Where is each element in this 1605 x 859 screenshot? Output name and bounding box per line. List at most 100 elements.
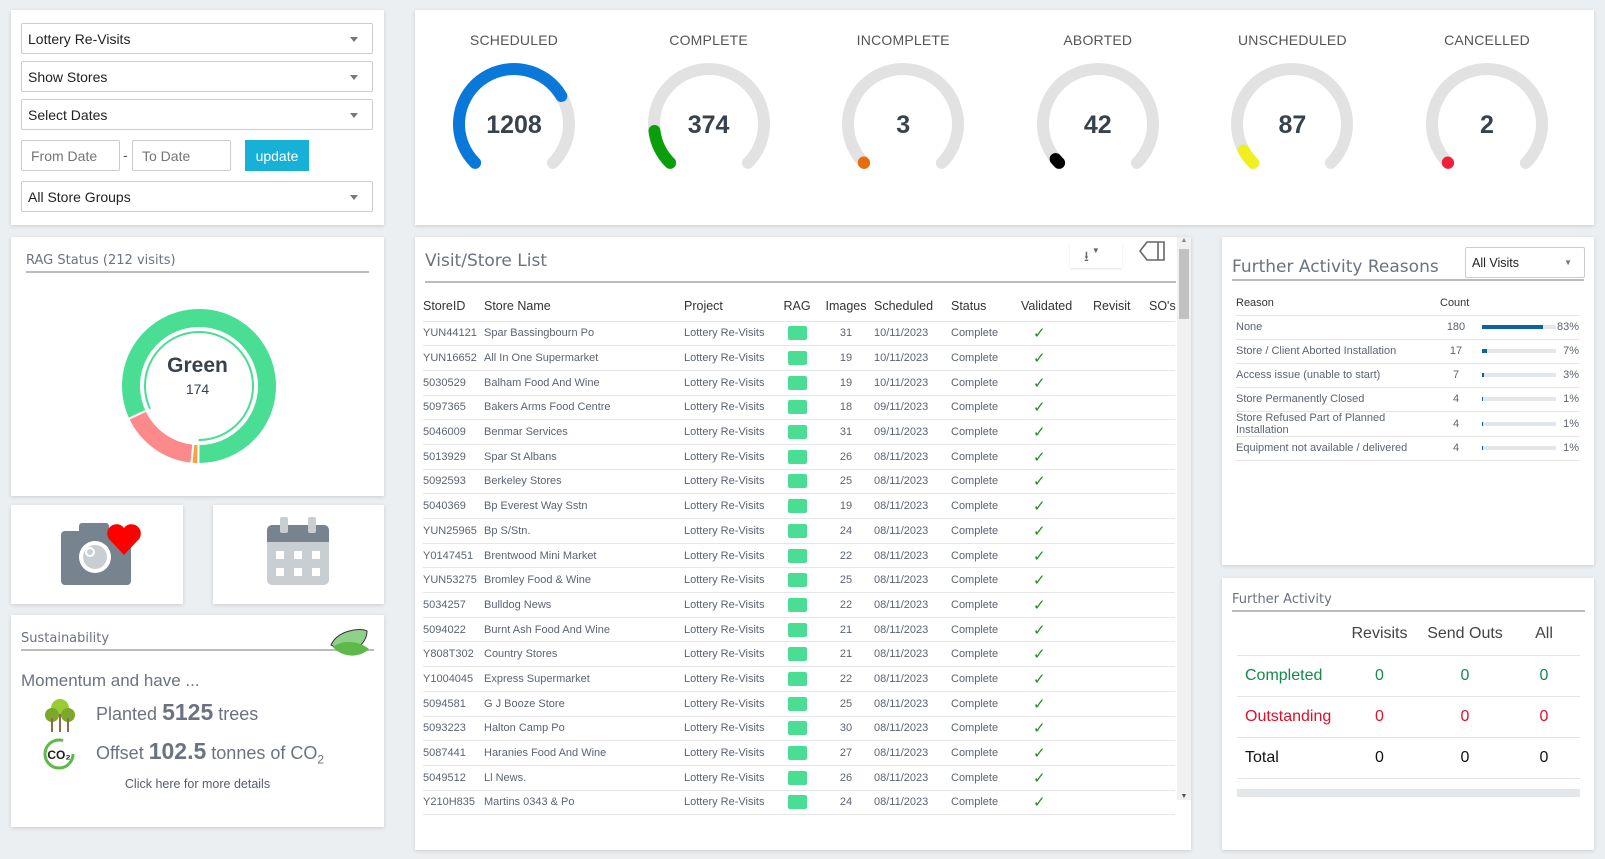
scroll-up-arrow[interactable]: ▲ — [1177, 237, 1191, 249]
table-row[interactable]: 5093223 Halton Camp Po Lottery Re-Visits 30… — [423, 716, 1175, 742]
scroll-thumb[interactable] — [1179, 249, 1189, 319]
table-row[interactable]: 5049512 Ll News. Lottery Re-Visits 26 08/11/… — [423, 765, 1175, 791]
table-row[interactable]: 5030529 Balham Food And Wine Lottery Re-Vi… — [423, 370, 1175, 396]
reason-row[interactable]: None 180 83% — [1236, 315, 1579, 340]
activity-value[interactable]: 0 — [1508, 737, 1580, 779]
table-row[interactable]: 5097365 Bakers Arms Food Centre Lottery Re… — [423, 395, 1175, 421]
planted-suffix: trees — [218, 704, 259, 724]
status-cell: Complete — [951, 395, 1021, 421]
percent-bar — [1482, 325, 1556, 330]
table-row[interactable]: Y0147451 Brentwood Mini Market Lottery Re-… — [423, 543, 1175, 569]
sos-cell — [1149, 345, 1175, 371]
column-header[interactable]: Validated — [1021, 291, 1093, 322]
column-header[interactable]: Scheduled — [874, 291, 951, 322]
activity-value[interactable]: 0 — [1337, 696, 1422, 738]
sustainability-title: Sustainability — [21, 631, 374, 651]
stores-select[interactable]: Show Stores — [21, 61, 373, 92]
activity-value[interactable]: 0 — [1337, 655, 1422, 697]
table-row[interactable]: Y808T302 Country Stores Lottery Re-Visits 2… — [423, 641, 1175, 668]
table-row[interactable]: 5094022 Burnt Ash Food And Wine Lottery Re… — [423, 617, 1175, 643]
planted-value: 5125 — [162, 699, 214, 725]
activity-value[interactable]: 0 — [1422, 737, 1508, 779]
check-icon: ✓ — [1033, 695, 1046, 713]
rag-segment-red[interactable] — [126, 409, 195, 465]
column-header[interactable]: Revisit — [1093, 291, 1149, 322]
gauge-label: COMPLETE — [669, 32, 748, 48]
rag-cell — [776, 691, 818, 717]
gauge-complete[interactable]: COMPLETE 374 — [612, 10, 806, 225]
table-row[interactable]: YUN44121 Spar Bassingbourn Po Lottery Re-V… — [423, 321, 1175, 347]
reason-row[interactable]: Store Permanently Closed 4 1% — [1236, 387, 1579, 412]
gauge-aborted[interactable]: ABORTED 42 — [1001, 10, 1195, 225]
visit-table-header: StoreID Store Name Project RAG Images Schedul… — [423, 291, 1176, 322]
scroll-down-arrow[interactable]: ▼ — [1177, 793, 1191, 800]
table-row[interactable]: YUN16652 All In One Supermarket Lottery Re… — [423, 345, 1175, 371]
reason-row[interactable]: Equipment not available / delivered 4 1% — [1236, 436, 1579, 461]
gauge-incomplete[interactable]: INCOMPLETE 3 — [806, 10, 1000, 225]
table-row[interactable]: 5013929 Spar St Albans Lottery Re-Visits 26… — [423, 444, 1175, 470]
reasons-header: Reason Count — [1236, 291, 1579, 316]
activity-value[interactable]: 0 — [1422, 696, 1508, 738]
revisit-cell — [1093, 518, 1149, 544]
reason-cell: Store / Client Aborted Installation — [1236, 339, 1440, 364]
reason-row[interactable]: Store Refused Part of Planned Installati… — [1236, 411, 1579, 437]
table-row[interactable]: YUN53275 Bromley Food & Wine Lottery Re-Vi… — [423, 567, 1175, 594]
table-row[interactable]: 5092593 Berkeley Stores Lottery Re-Visits 2… — [423, 469, 1175, 495]
activity-value[interactable]: 0 — [1508, 655, 1580, 697]
validated-cell: ✓ — [1021, 444, 1093, 470]
validated-cell: ✓ — [1021, 716, 1093, 742]
reason-cell: Store Permanently Closed — [1236, 387, 1440, 412]
table-row[interactable]: YUN25965 Bp S/Stn. Lottery Re-Visits 24 08/1… — [423, 518, 1175, 544]
table-row[interactable]: 5040369 Bp Everest Way Sstn Lottery Re-Vis… — [423, 493, 1175, 519]
reason-row[interactable]: Store / Client Aborted Installation 17 7% — [1236, 339, 1579, 364]
gauge-cancelled[interactable]: CANCELLED 2 — [1390, 10, 1584, 225]
table-row[interactable]: 5087441 Haranies Food And Wine Lottery Re-… — [423, 740, 1175, 766]
collapse-panel-icon[interactable] — [1138, 240, 1166, 262]
store-groups-select[interactable]: All Store Groups — [21, 181, 373, 212]
images-cell: 19 — [818, 370, 874, 396]
project-select[interactable]: Lottery Re-Visits — [21, 23, 373, 54]
column-header[interactable]: Status — [951, 291, 1021, 322]
more-details-link[interactable]: Click here for more details — [11, 777, 384, 791]
store-name-cell: Bromley Food & Wine — [484, 567, 684, 594]
rag-indicator — [787, 499, 807, 514]
photos-tile[interactable] — [11, 505, 183, 604]
download-button[interactable]: ⭳ ▼ — [1070, 242, 1122, 268]
store-name-cell: Bp Everest Way Sstn — [484, 493, 684, 519]
activity-value[interactable]: 0 — [1422, 655, 1508, 697]
table-row[interactable]: Y1004045 Express Supermarket Lottery Re-Vi… — [423, 666, 1175, 692]
gauge-unscheduled[interactable]: UNSCHEDULED 87 — [1195, 10, 1389, 225]
table-row[interactable]: 5046009 Benmar Services Lottery Re-Visits 3… — [423, 419, 1175, 445]
further-activity-title: Further Activity — [1232, 592, 1585, 612]
check-icon: ✓ — [1033, 794, 1046, 812]
status-cell: Complete — [951, 518, 1021, 544]
column-header[interactable]: Images — [818, 291, 874, 322]
column-header[interactable]: StoreID — [423, 291, 484, 322]
table-scrollbar[interactable]: ▲ ▼ — [1177, 237, 1191, 800]
reasons-filter-select[interactable]: All Visits ▼ — [1465, 247, 1585, 278]
table-row[interactable]: 5094581 G J Booze Store Lottery Re-Visits 2… — [423, 691, 1175, 717]
further-activity-header: Revisits Send Outs All — [1237, 614, 1580, 656]
calendar-tile[interactable] — [213, 505, 384, 604]
table-row[interactable]: 5034257 Bulldog News Lottery Re-Visits 22 08… — [423, 592, 1175, 618]
column-header[interactable]: RAG — [776, 291, 818, 322]
store-name-cell: Spar Bassingbourn Po — [484, 321, 684, 347]
update-button[interactable]: update — [245, 140, 309, 171]
activity-value[interactable]: 0 — [1337, 737, 1422, 779]
from-date-input[interactable] — [21, 140, 120, 171]
dates-select[interactable]: Select Dates — [21, 99, 373, 130]
table-row[interactable]: Y210H835 Martins 0343 & Po Lottery Re-Visi… — [423, 790, 1175, 816]
column-header[interactable]: Project — [684, 291, 776, 322]
gauge-scheduled[interactable]: SCHEDULED 1208 — [417, 10, 611, 225]
offset-value: 102.5 — [148, 738, 207, 764]
images-cell: 18 — [818, 395, 874, 421]
activity-value[interactable]: 0 — [1508, 696, 1580, 738]
status-cell: Complete — [951, 321, 1021, 347]
rag-cell — [776, 543, 818, 569]
reason-row[interactable]: Access issue (unable to start) 7 3% — [1236, 363, 1579, 388]
reason-cell: None — [1236, 315, 1440, 340]
to-date-input[interactable] — [132, 140, 231, 171]
column-header[interactable]: SO's — [1149, 291, 1176, 322]
project-cell: Lottery Re-Visits — [684, 469, 776, 495]
column-header[interactable]: Store Name — [484, 291, 684, 322]
